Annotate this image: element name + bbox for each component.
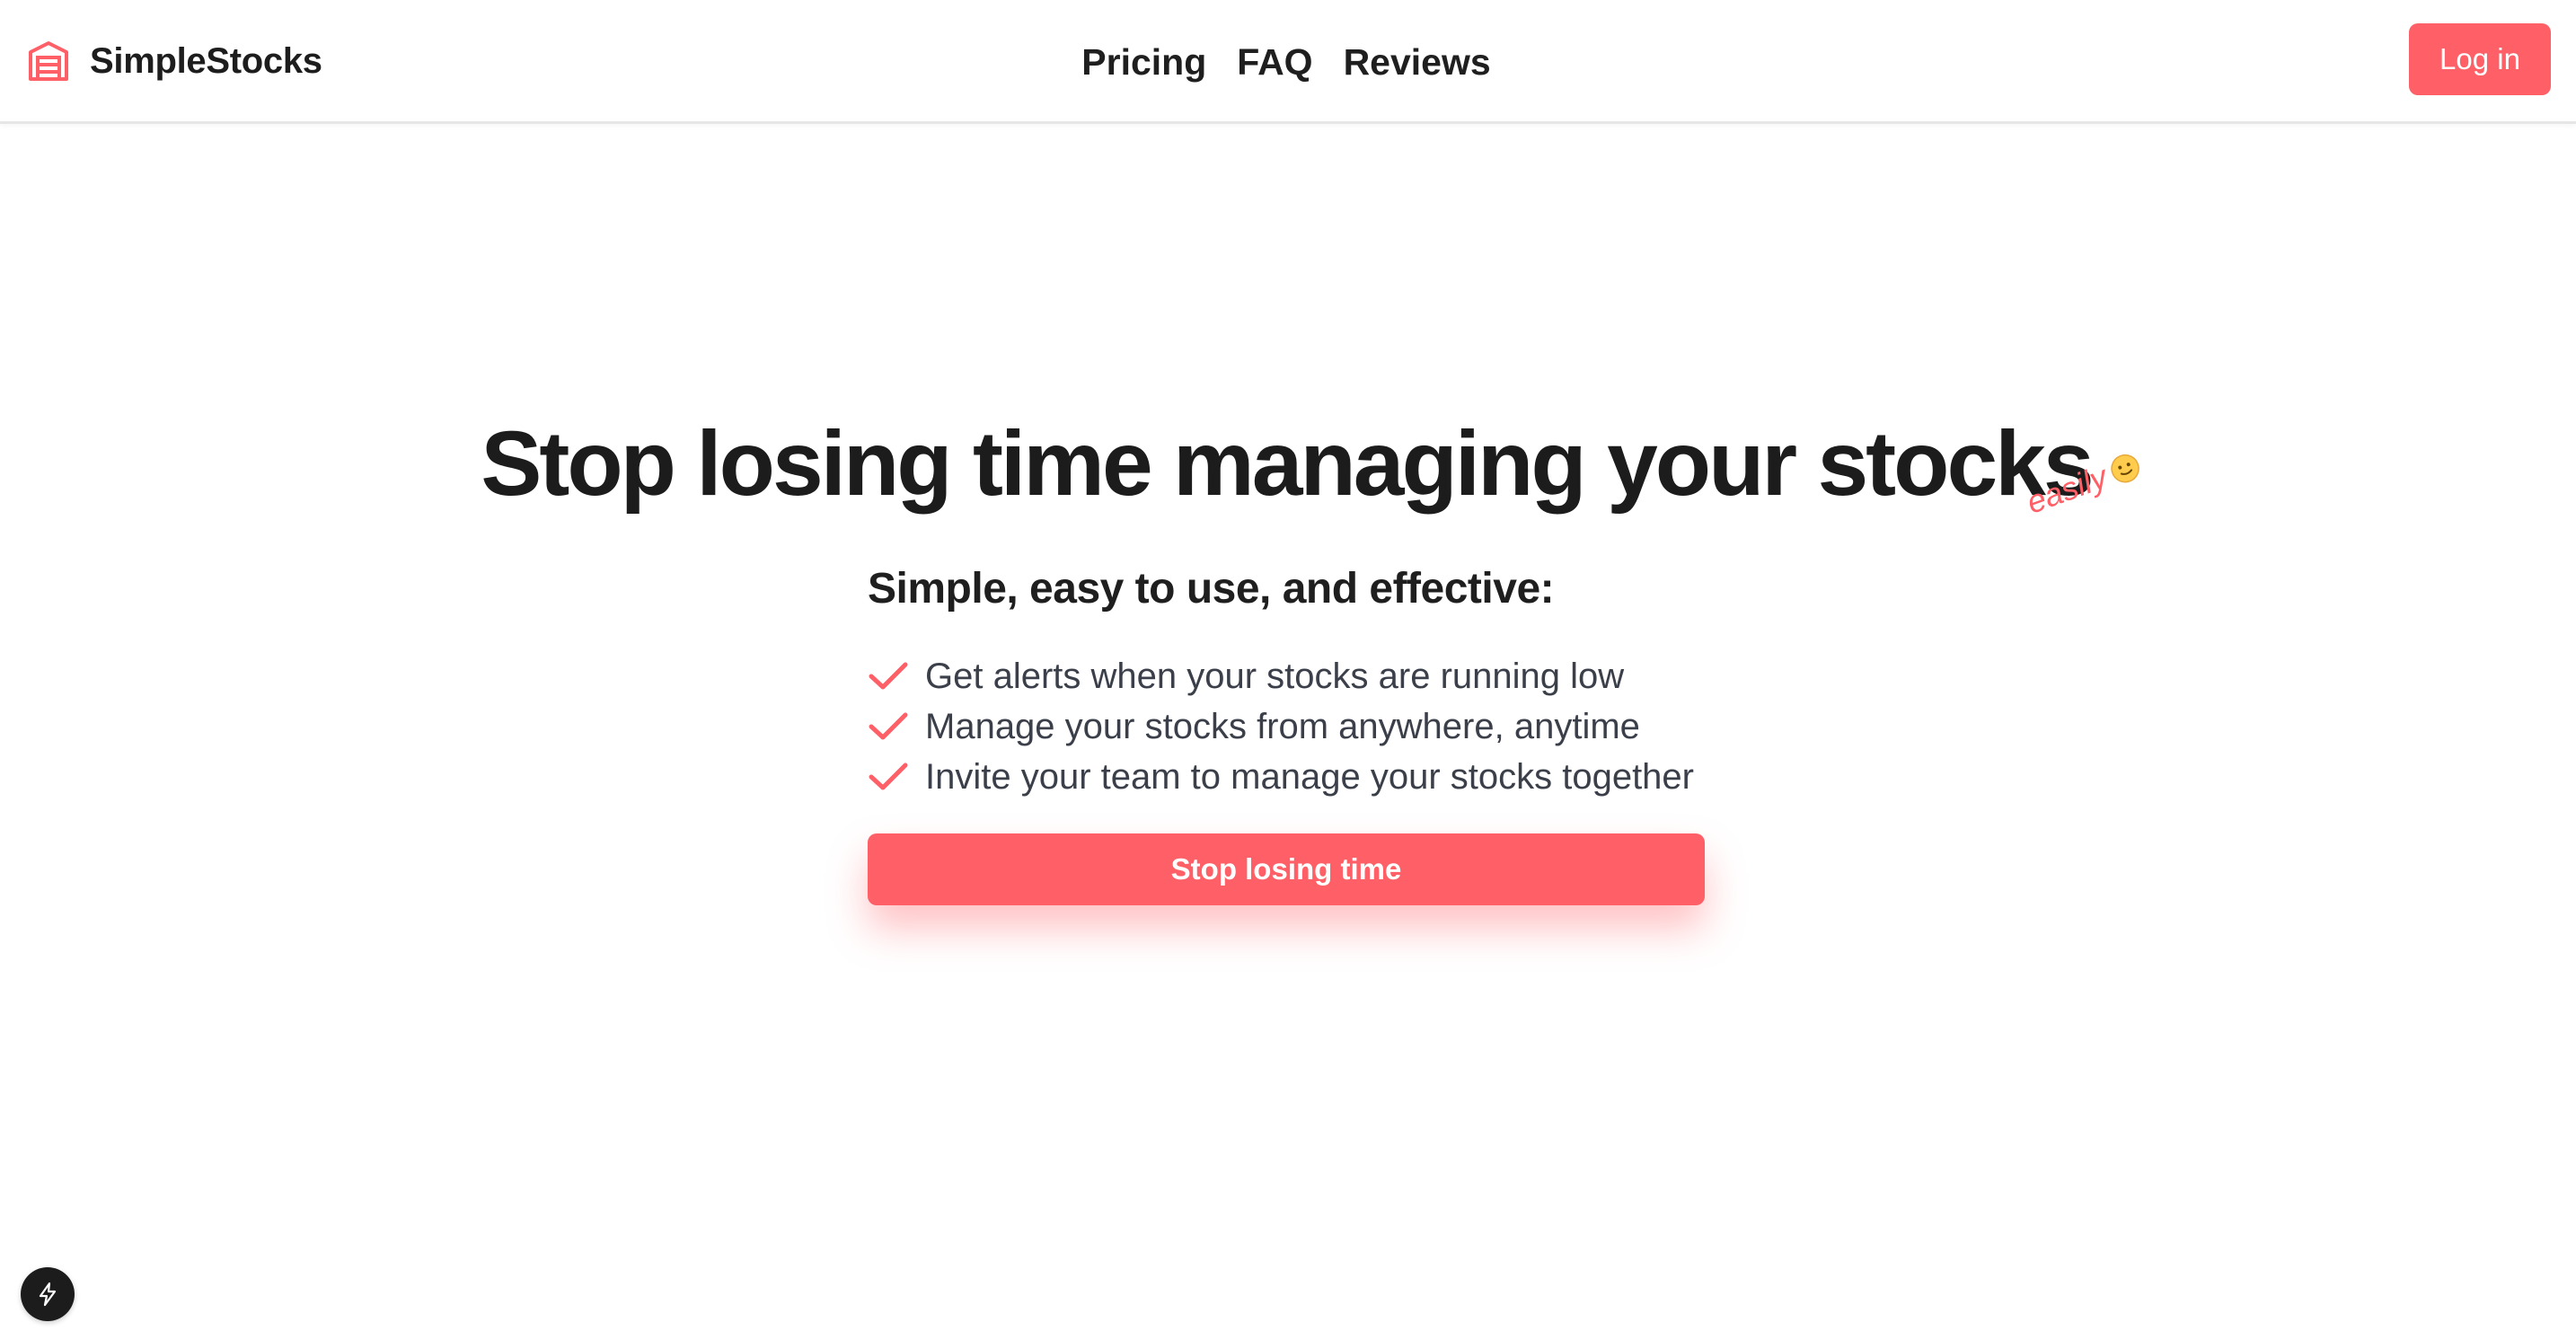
feature-item: Get alerts when your stocks are running … [868,651,1703,701]
feature-item: Manage your stocks from anywhere, anytim… [868,701,1703,752]
nav-link-pricing[interactable]: Pricing [1081,41,1206,84]
login-button[interactable]: Log in [2409,23,2551,95]
top-navbar: SimpleStocks Pricing FAQ Reviews Log in [0,0,2576,124]
dev-tools-badge[interactable] [21,1267,75,1321]
brand-name: SimpleStocks [90,40,322,81]
feature-item: Invite your team to manage your stocks t… [868,752,1703,802]
hero-title: Stop losing time managing your stocks [481,412,2094,515]
feature-text: Get alerts when your stocks are running … [925,656,1625,696]
brand-logo-link[interactable]: SimpleStocks [25,36,322,86]
lightning-bolt-icon [39,1282,57,1307]
check-icon [869,662,908,690]
warehouse-icon [29,41,68,81]
features-section: Simple, easy to use, and effective: Get … [868,564,1703,802]
nav-link-faq[interactable]: FAQ [1237,41,1312,84]
feature-list: Get alerts when your stocks are running … [868,651,1703,802]
cta-button[interactable]: Stop losing time [868,833,1705,905]
check-icon [869,712,908,740]
nav-link-reviews[interactable]: Reviews [1344,41,1491,84]
feature-text: Manage your stocks from anywhere, anytim… [925,706,1640,746]
feature-text: Invite your team to manage your stocks t… [925,756,1694,797]
main-nav: Pricing FAQ Reviews [0,34,2576,90]
check-icon [869,763,908,790]
features-subtitle: Simple, easy to use, and effective: [868,565,1555,613]
